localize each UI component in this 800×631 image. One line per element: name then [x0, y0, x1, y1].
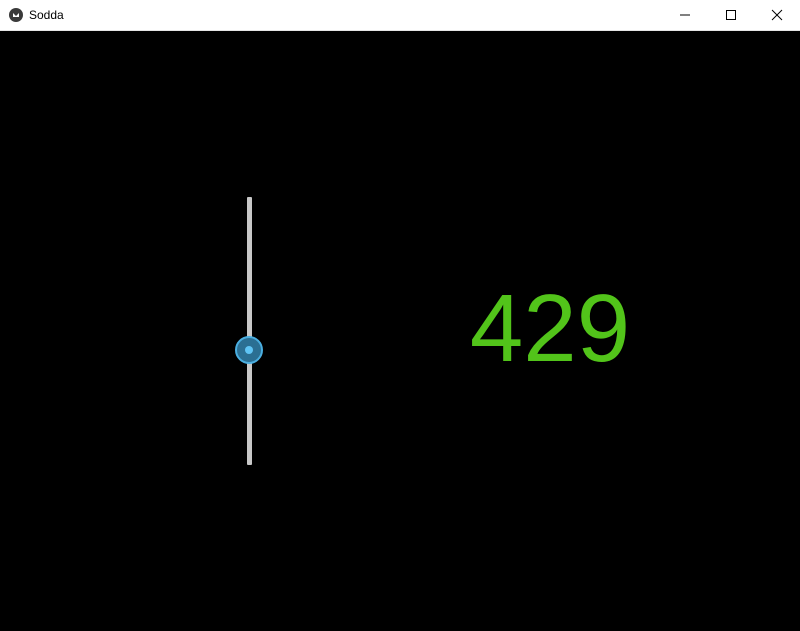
minimize-button[interactable] [662, 0, 708, 30]
app-icon [9, 8, 23, 22]
close-icon [771, 9, 783, 21]
app-content: 429 [0, 31, 800, 631]
slider-handle[interactable] [235, 335, 263, 364]
title-bar[interactable]: Sodda [0, 0, 800, 31]
app-window: Sodda 429 [0, 0, 800, 631]
maximize-icon [726, 10, 736, 20]
value-label: 429 [469, 275, 631, 382]
maximize-button[interactable] [708, 0, 754, 30]
window-title: Sodda [29, 8, 64, 22]
slider-handle-dot [245, 345, 253, 354]
vertical-slider[interactable] [230, 191, 270, 471]
close-button[interactable] [754, 0, 800, 30]
minimize-icon [680, 14, 690, 16]
slider-track[interactable] [247, 197, 252, 465]
